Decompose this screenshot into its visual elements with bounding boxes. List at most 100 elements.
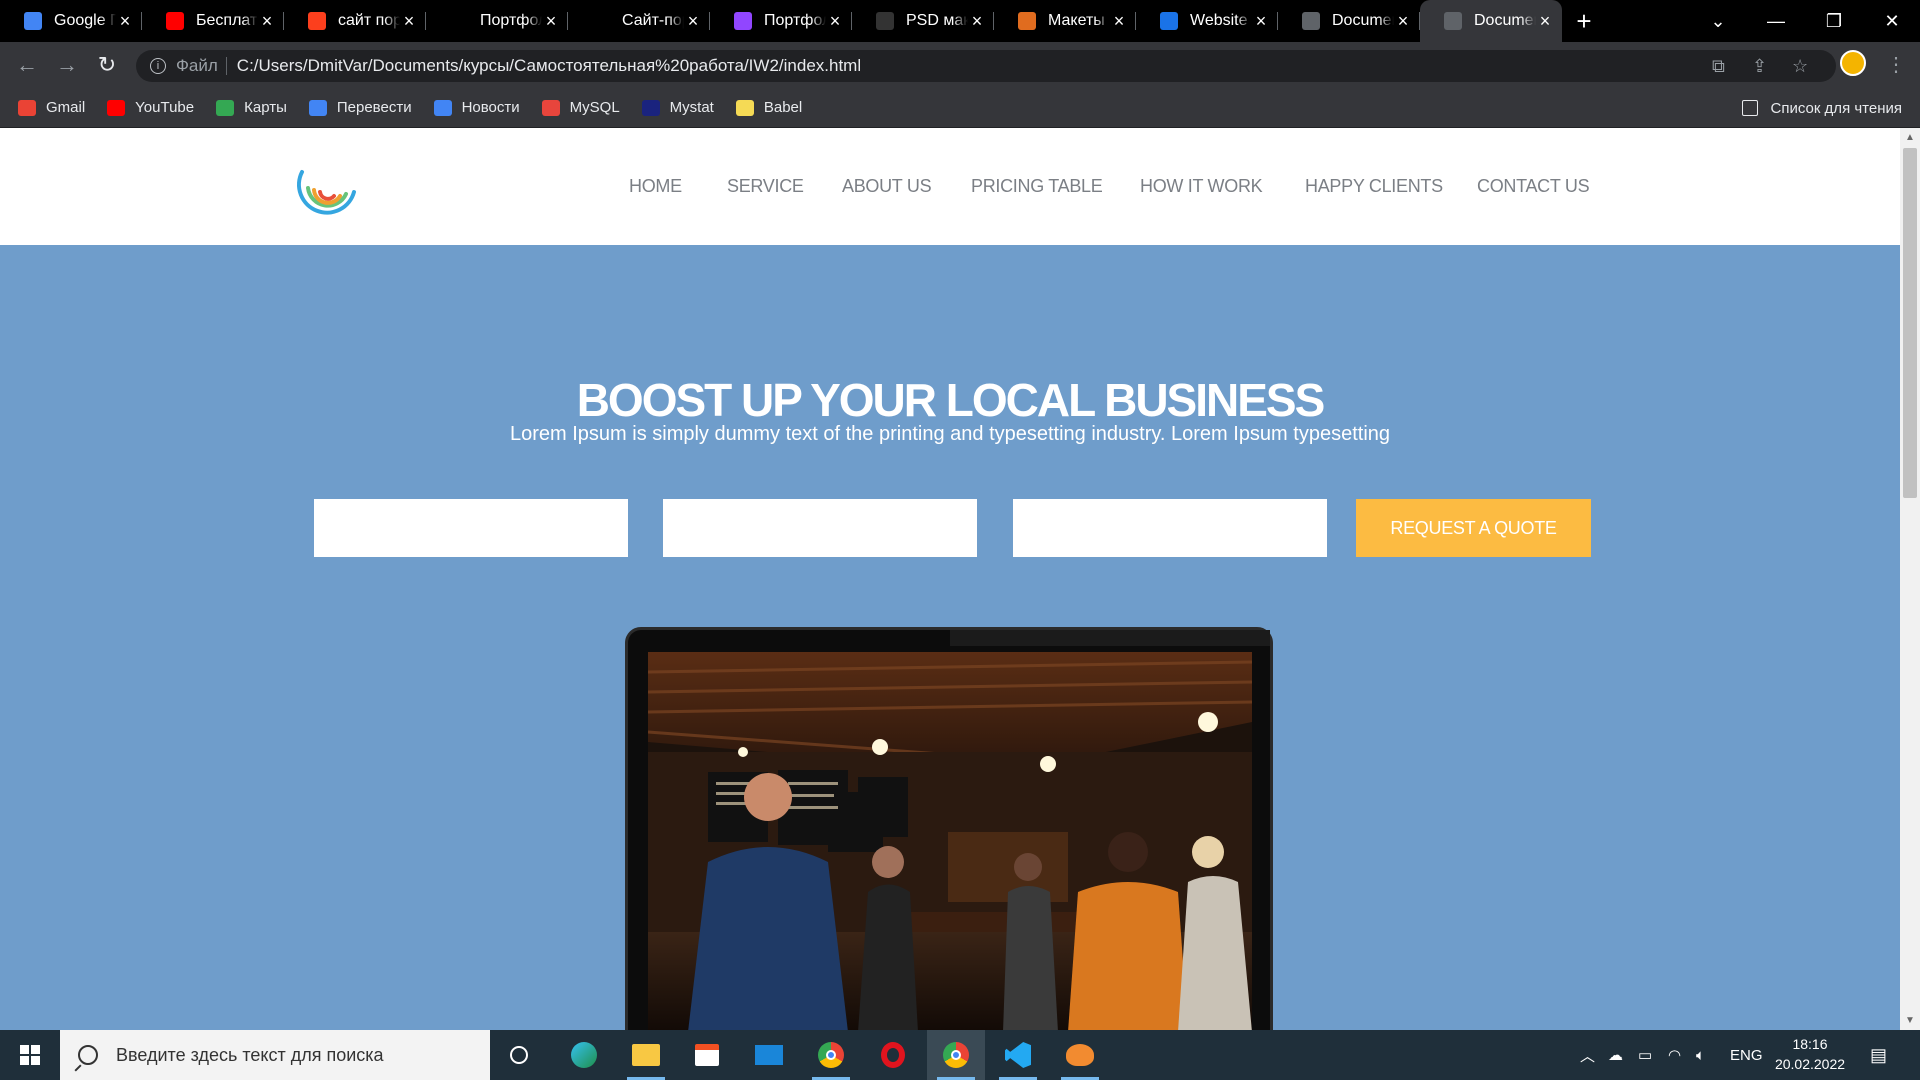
browser-tab[interactable]: Бесплатные× <box>142 0 284 42</box>
show-hidden-icons[interactable]: ︿ <box>1580 1030 1595 1080</box>
volume-icon[interactable]: 🔈︎ <box>1696 1030 1705 1080</box>
nav-link[interactable]: SERVICE <box>727 176 804 197</box>
quote-field-3[interactable] <box>1013 499 1327 557</box>
nav-link[interactable]: CONTACT US <box>1477 176 1590 197</box>
restore-button[interactable]: ❐ <box>1806 0 1862 42</box>
gmail-icon <box>18 99 36 116</box>
taskbar-app-button[interactable] <box>989 1030 1047 1080</box>
twitch-icon <box>734 12 752 30</box>
reading-list-button[interactable]: Список для чтения <box>1742 88 1902 128</box>
address-bar[interactable]: i Файл C:/Users/DmitVar/Documents/курсы/… <box>136 50 1836 82</box>
quote-field-1[interactable] <box>314 499 628 557</box>
nav-link[interactable]: PRICING TABLE <box>971 176 1103 197</box>
bookmark-star-icon[interactable]: ☆ <box>1792 56 1808 77</box>
close-tab-icon[interactable]: × <box>968 11 986 32</box>
scroll-up-icon[interactable]: ▲ <box>1905 132 1915 143</box>
tab-list: Google Переводчик×Бесплатные×сайт портфо… <box>0 0 1562 42</box>
code-icon <box>541 99 560 116</box>
close-tab-icon[interactable]: × <box>1110 11 1128 32</box>
taskbar-app-button[interactable] <box>864 1030 922 1080</box>
bookmark-item[interactable]: Mystat <box>641 99 714 116</box>
bookmark-item[interactable]: YouTube <box>107 99 194 116</box>
request-quote-button[interactable]: REQUEST A QUOTE <box>1356 499 1591 557</box>
close-tab-icon[interactable]: × <box>542 11 560 32</box>
browser-tab[interactable]: Портфолио× <box>710 0 852 42</box>
browser-tab[interactable]: Сайт-портфолио× <box>568 0 710 42</box>
browser-tab[interactable]: Website Portfolio× <box>1136 0 1278 42</box>
bookmark-item[interactable]: MySQL <box>541 99 620 116</box>
browser-menu-icon[interactable]: ⋮ <box>1886 52 1906 77</box>
url-text[interactable]: C:/Users/DmitVar/Documents/курсы/Самосто… <box>237 56 861 76</box>
edge-icon <box>571 1042 597 1068</box>
close-tab-icon[interactable]: × <box>258 11 276 32</box>
close-tab-icon[interactable]: × <box>400 11 418 32</box>
windows-logo-icon <box>20 1045 40 1065</box>
tab-search-icon[interactable]: ⌄ <box>1690 0 1746 42</box>
browser-tab[interactable]: Document× <box>1420 0 1562 42</box>
bookmark-item[interactable]: Карты <box>216 99 287 116</box>
translate-page-icon[interactable]: ⧉ <box>1712 56 1725 77</box>
url-scheme-label: Файл <box>176 56 218 75</box>
scroll-down-icon[interactable]: ▼ <box>1905 1015 1915 1026</box>
nav-link[interactable]: ABOUT US <box>842 176 932 197</box>
close-tab-icon[interactable]: × <box>1252 11 1270 32</box>
close-tab-icon[interactable]: × <box>1536 11 1554 32</box>
browser-tab[interactable]: Google Переводчик× <box>0 0 142 42</box>
taskbar-app-button[interactable] <box>740 1030 798 1080</box>
bookmark-label: MySQL <box>569 99 620 116</box>
profile-avatar[interactable] <box>1840 50 1866 76</box>
bookmark-item[interactable]: Gmail <box>18 99 85 116</box>
clock[interactable]: 18:16 20.02.2022 <box>1760 1034 1860 1074</box>
bookmark-item[interactable]: Перевести <box>308 99 412 116</box>
bookmark-item[interactable]: Новости <box>433 99 520 116</box>
quote-field-2[interactable] <box>663 499 977 557</box>
browser-tab[interactable]: Document× <box>1278 0 1420 42</box>
reload-icon[interactable]: ↻ <box>92 50 122 80</box>
taskbar-app-button[interactable] <box>802 1030 860 1080</box>
notifications-icon[interactable]: ▤ <box>1870 1030 1887 1080</box>
taskbar-app-button[interactable] <box>1051 1030 1109 1080</box>
windows-taskbar: Введите здесь текст для поиска ︿ ☁ ▭ ◠ 🔈… <box>0 1030 1920 1080</box>
w-icon <box>1018 12 1036 30</box>
taskbar-search-box[interactable]: Введите здесь текст для поиска <box>60 1030 490 1080</box>
onedrive-icon[interactable]: ☁ <box>1608 1030 1623 1080</box>
tab-title: Портфолио <box>480 12 542 29</box>
bookmark-item[interactable]: Babel <box>735 99 802 116</box>
browser-tab[interactable]: Макеты с× <box>994 0 1136 42</box>
page-scrollbar[interactable]: ▲ ▼ <box>1900 128 1920 1030</box>
close-tab-icon[interactable]: × <box>116 11 134 32</box>
taskbar-app-button[interactable] <box>555 1030 613 1080</box>
info-icon[interactable]: i <box>150 58 166 74</box>
back-arrow-icon[interactable]: ← <box>12 50 42 80</box>
tab-title: Document <box>1474 12 1536 29</box>
wifi-icon[interactable]: ◠ <box>1668 1030 1681 1080</box>
close-window-button[interactable]: ✕ <box>1864 0 1920 42</box>
battery-icon[interactable]: ▭ <box>1638 1030 1652 1080</box>
nav-link[interactable]: HAPPY CLIENTS <box>1305 176 1443 197</box>
browser-tab-strip: Google Переводчик×Бесплатные×сайт портфо… <box>0 0 1920 42</box>
task-view-icon <box>510 1046 528 1064</box>
language-indicator[interactable]: ENG <box>1730 1030 1763 1080</box>
browser-tab[interactable]: Портфолио× <box>426 0 568 42</box>
scrollbar-thumb[interactable] <box>1903 148 1917 498</box>
taskbar-app-button[interactable] <box>617 1030 675 1080</box>
forward-arrow-icon[interactable]: → <box>52 50 82 80</box>
browser-tab[interactable]: сайт портфолио× <box>284 0 426 42</box>
minimize-button[interactable]: — <box>1748 0 1804 42</box>
nav-link[interactable]: HOW IT WORK <box>1140 176 1263 197</box>
tb-icon <box>592 12 610 30</box>
new-tab-button[interactable]: + <box>1562 0 1606 42</box>
nav-link[interactable]: HOME <box>629 176 682 197</box>
close-tab-icon[interactable]: × <box>684 11 702 32</box>
reading-list-icon <box>1742 100 1759 116</box>
browser-tab[interactable]: PSD макеты× <box>852 0 994 42</box>
close-tab-icon[interactable]: × <box>826 11 844 32</box>
start-button[interactable] <box>0 1030 60 1080</box>
translate-icon <box>308 99 327 116</box>
taskbar-app-button[interactable] <box>678 1030 736 1080</box>
taskbar-app-button[interactable] <box>927 1030 985 1080</box>
taskbar-app-button[interactable] <box>490 1030 548 1080</box>
tab-title: сайт портфолио <box>338 12 400 29</box>
share-icon[interactable]: ⇪ <box>1752 56 1767 77</box>
close-tab-icon[interactable]: × <box>1394 11 1412 32</box>
